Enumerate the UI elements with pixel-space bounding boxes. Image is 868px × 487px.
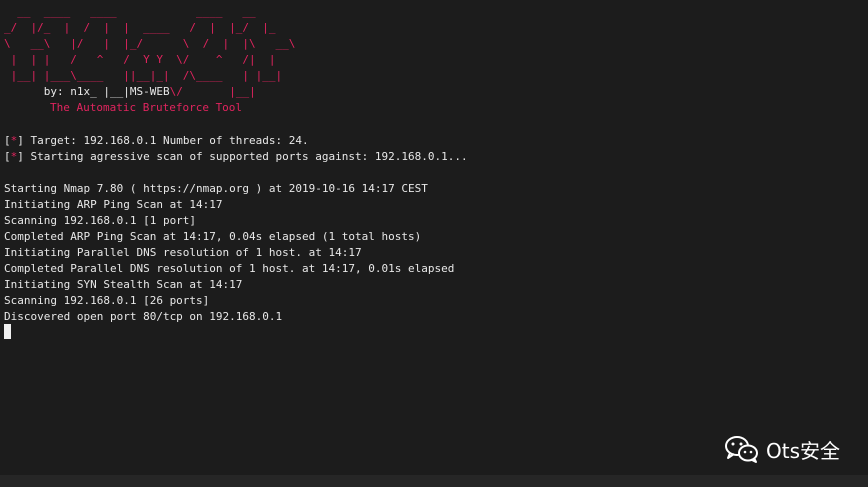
status-line-target: [*] Target: 192.168.0.1 Number of thread… bbox=[4, 134, 309, 147]
watermark: Ots安全 bbox=[724, 434, 840, 464]
wechat-icon bbox=[725, 436, 758, 463]
banner-line: | | | / ^ / Y Y \/ ^ /| | bbox=[4, 53, 276, 66]
banner-line: \ __\ |/ | |_/ \ / | |\ __\ bbox=[4, 37, 296, 50]
output-line: Completed Parallel DNS resolution of 1 h… bbox=[4, 262, 455, 275]
output-line: Completed ARP Ping Scan at 14:17, 0.04s … bbox=[4, 230, 422, 243]
output-line: Scanning 192.168.0.1 [26 ports] bbox=[4, 294, 210, 307]
author-byline: by: n1x_ |__|MS-WEB\/ |__| bbox=[4, 84, 256, 100]
byline-prefix: by: n1x_ |__| bbox=[4, 85, 130, 98]
byline-tool: MS-WEB bbox=[129, 85, 170, 98]
byline-suffix: \/ |__| bbox=[169, 85, 256, 98]
banner-line: |__| |___\____ ||__|_| /\____ | |__| bbox=[4, 69, 283, 82]
output-line: Initiating ARP Ping Scan at 14:17 bbox=[4, 198, 223, 211]
terminal-window[interactable]: __ ____ ____ ____ __ _/ |/_ | / | | ____… bbox=[0, 0, 868, 475]
ascii-banner: __ ____ ____ ____ __ _/ |/_ | / | | ____… bbox=[4, 4, 295, 84]
status-lines: [*] Target: 192.168.0.1 Number of thread… bbox=[4, 133, 468, 165]
output-line: Discovered open port 80/tcp on 192.168.0… bbox=[4, 310, 283, 323]
nmap-output: Starting Nmap 7.80 ( https://nmap.org ) … bbox=[4, 181, 454, 325]
watermark-text: Ots安全 bbox=[766, 438, 841, 463]
output-line: Initiating SYN Stealth Scan at 14:17 bbox=[4, 278, 243, 291]
terminal-cursor bbox=[4, 324, 11, 339]
status-line-scan: [*] Starting agressive scan of supported… bbox=[4, 150, 468, 163]
banner-line: __ ____ ____ ____ __ bbox=[4, 5, 256, 18]
output-line: Starting Nmap 7.80 ( https://nmap.org ) … bbox=[4, 182, 428, 195]
tool-tagline: The Automatic Bruteforce Tool bbox=[50, 101, 243, 114]
banner-line: _/ |/_ | / | | ____ / | |_/ |_ bbox=[4, 21, 276, 34]
output-line: Initiating Parallel DNS resolution of 1 … bbox=[4, 246, 362, 259]
bottom-strip bbox=[0, 475, 868, 487]
output-line: Scanning 192.168.0.1 [1 port] bbox=[4, 214, 197, 227]
